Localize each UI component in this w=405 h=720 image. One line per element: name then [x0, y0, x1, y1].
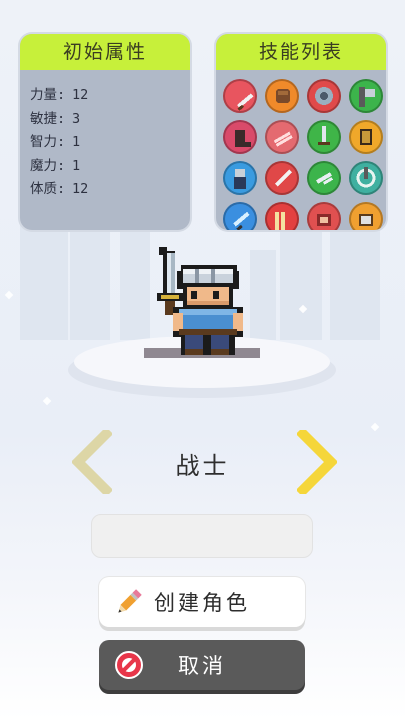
create-character-label: 创建角色 [154, 591, 250, 615]
sparkle [370, 422, 380, 432]
attribute-label: 敏捷: [30, 110, 66, 127]
warrior-character-sprite [157, 247, 243, 355]
prohibited-icon [115, 651, 143, 679]
boot-icon[interactable] [223, 120, 257, 154]
war-cry-icon[interactable] [307, 202, 341, 230]
attribute-row: 体质: 12 [30, 178, 190, 202]
dagger-icon[interactable] [307, 120, 341, 154]
attribute-row: 智力: 1 [30, 131, 190, 155]
attributes-panel: 初始属性 力量: 12 敏捷: 3 智力: 1 魔力: 1 体质: 12 [20, 34, 190, 230]
crush-icon[interactable] [349, 202, 383, 230]
fist-icon[interactable] [265, 79, 299, 113]
attributes-list: 力量: 12 敏捷: 3 智力: 1 魔力: 1 体质: 12 [20, 70, 190, 202]
attribute-label: 体质: [30, 181, 66, 197]
skills-grid [216, 70, 386, 230]
attribute-value: 3 [72, 110, 81, 127]
blade-red-icon[interactable] [265, 161, 299, 195]
character-name-input[interactable] [91, 514, 313, 558]
dash-strike-icon[interactable] [307, 161, 341, 195]
attribute-value: 12 [72, 181, 89, 197]
create-character-button[interactable]: 创建角色 [99, 577, 305, 627]
shield-spin-icon[interactable] [307, 79, 341, 113]
fire-blade-icon[interactable] [265, 202, 299, 230]
attribute-row: 敏捷: 3 [30, 108, 190, 132]
attribute-row: 魔力: 1 [30, 155, 190, 179]
next-class-arrow-icon[interactable] [297, 430, 337, 494]
attribute-label: 智力: [30, 134, 66, 150]
attribute-value: 1 [72, 157, 81, 174]
axe-swing-icon[interactable] [349, 79, 383, 113]
cancel-button[interactable]: 取消 [99, 640, 305, 690]
knight-icon[interactable] [223, 161, 257, 195]
attribute-value: 12 [72, 87, 89, 103]
attribute-label: 力量: [30, 87, 66, 103]
sword-slash-icon[interactable] [223, 79, 257, 113]
attribute-label: 魔力: [30, 157, 66, 174]
skills-title: 技能列表 [216, 34, 386, 70]
attribute-row: 力量: 12 [30, 84, 190, 108]
cancel-label: 取消 [178, 654, 226, 678]
class-name: 战士 [175, 452, 230, 480]
whirlwind-icon[interactable] [349, 161, 383, 195]
skills-panel: 技能列表 [216, 34, 386, 230]
pencil-icon [118, 589, 142, 613]
ice-sword-icon[interactable] [223, 202, 257, 230]
attributes-title: 初始属性 [20, 34, 190, 70]
blood-slash-icon[interactable] [265, 120, 299, 154]
attribute-value: 1 [72, 134, 81, 150]
armor-icon[interactable] [349, 120, 383, 154]
sparkle [42, 396, 52, 406]
previous-class-arrow-icon[interactable] [72, 430, 112, 494]
